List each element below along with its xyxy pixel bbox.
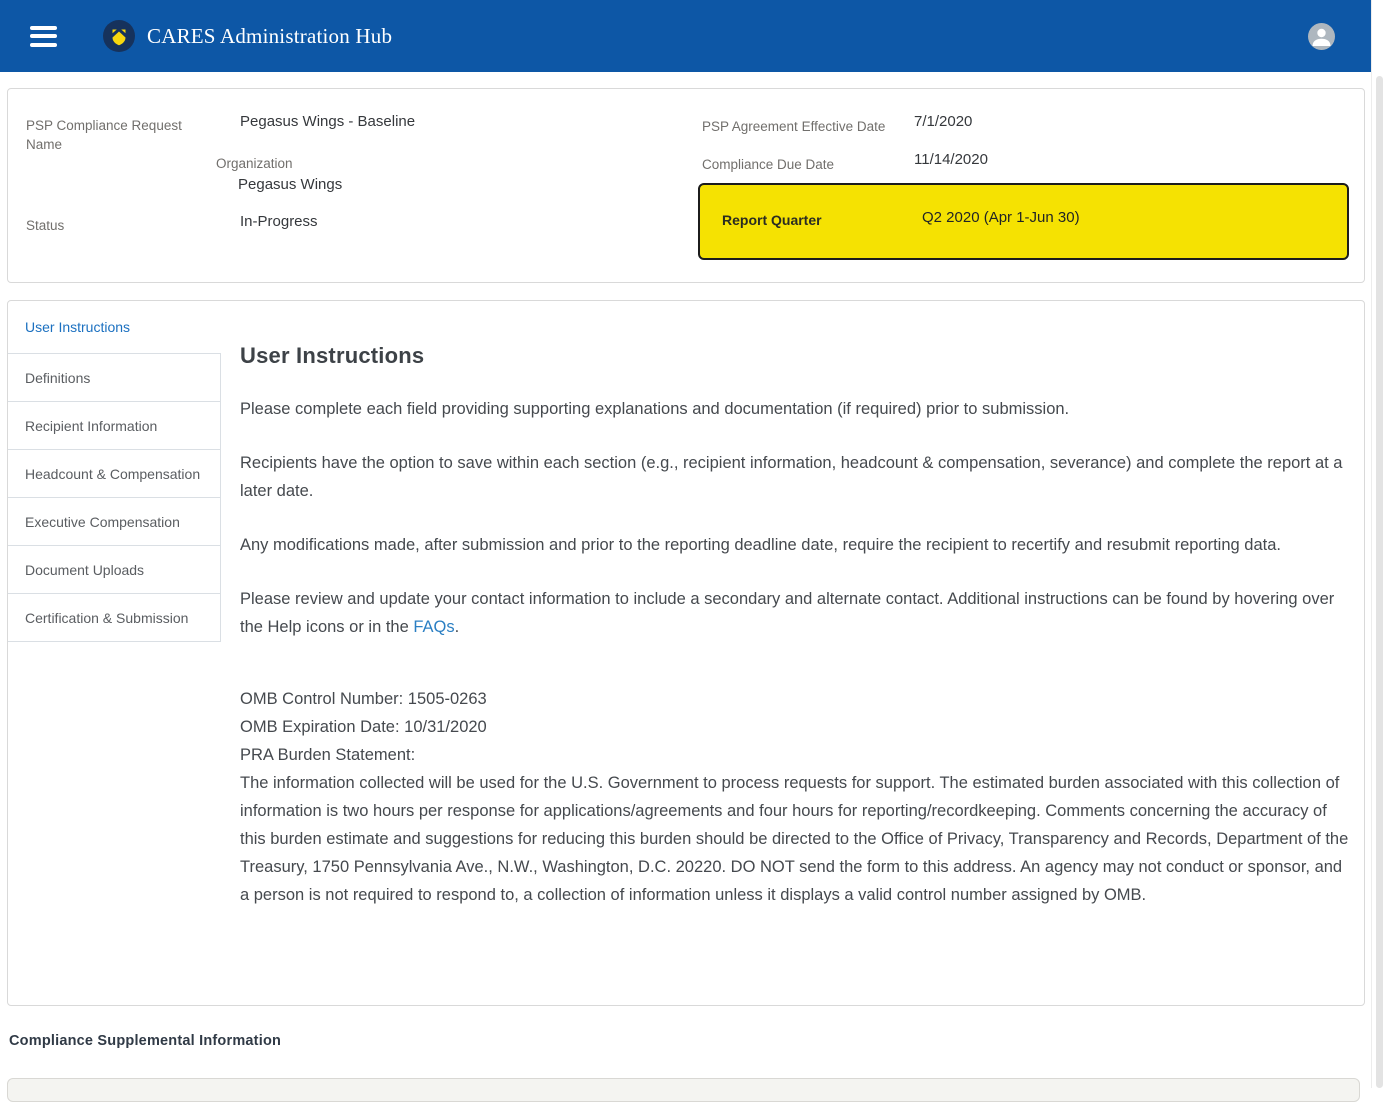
- instructions-content: User Instructions Please complete each f…: [221, 301, 1364, 1005]
- nav-item-executive-compensation[interactable]: Executive Compensation: [8, 498, 221, 546]
- instruction-paragraph-1: Please complete each field providing sup…: [240, 395, 1349, 423]
- compliance-summary-panel: PSP Compliance Request Name Pegasus Wing…: [7, 88, 1365, 283]
- nav-item-headcount-compensation[interactable]: Headcount & Compensation: [8, 450, 221, 498]
- report-sections-panel: User Instructions Definitions Recipient …: [7, 300, 1365, 1006]
- faqs-link[interactable]: FAQs: [413, 618, 454, 636]
- nav-item-document-uploads[interactable]: Document Uploads: [8, 546, 221, 594]
- instruction-paragraph-2: Recipients have the option to save withi…: [240, 449, 1349, 505]
- page-scrollbar-track[interactable]: [1371, 0, 1383, 1088]
- due-date-label: Compliance Due Date: [702, 155, 834, 174]
- instruction-paragraph-3: Any modifications made, after submission…: [240, 531, 1349, 559]
- supplemental-panel-header: [7, 1078, 1360, 1102]
- request-name-value: Pegasus Wings - Baseline: [240, 112, 415, 132]
- report-quarter-label: Report Quarter: [722, 212, 822, 228]
- app-title: CARES Administration Hub: [147, 24, 392, 49]
- nav-item-recipient-information[interactable]: Recipient Information: [8, 402, 221, 450]
- supplemental-section-label: Compliance Supplemental Information: [9, 1033, 281, 1049]
- report-quarter-highlight: Report Quarter Q2 2020 (Apr 1-Jun 30): [698, 183, 1349, 260]
- app-header: CARES Administration Hub: [0, 0, 1371, 72]
- report-quarter-value: Q2 2020 (Apr 1-Jun 30): [922, 209, 1080, 226]
- user-avatar-icon[interactable]: [1308, 23, 1335, 50]
- omb-expiration-date: OMB Expiration Date: 10/31/2020: [240, 713, 1349, 741]
- request-name-label: PSP Compliance Request Name: [26, 116, 186, 154]
- nav-item-definitions[interactable]: Definitions: [8, 354, 221, 402]
- effective-date-value: 7/1/2020: [914, 112, 972, 132]
- omb-statement-block: OMB Control Number: 1505-0263 OMB Expira…: [240, 685, 1349, 909]
- section-nav: User Instructions Definitions Recipient …: [8, 301, 221, 1005]
- organization-label: Organization: [216, 154, 293, 173]
- paragraph-4-text: Please review and update your contact in…: [240, 590, 1334, 636]
- due-date-value: 11/14/2020: [914, 150, 988, 170]
- app-logo-shield-icon: [103, 20, 135, 52]
- organization-value: Pegasus Wings: [238, 175, 342, 195]
- pra-burden-label: PRA Burden Statement:: [240, 741, 1349, 769]
- hamburger-menu-icon[interactable]: [30, 26, 57, 47]
- content-heading: User Instructions: [240, 343, 1349, 369]
- pra-burden-text: The information collected will be used f…: [240, 769, 1349, 909]
- effective-date-label: PSP Agreement Effective Date: [702, 117, 885, 136]
- nav-item-certification-submission[interactable]: Certification & Submission: [8, 594, 221, 642]
- nav-item-user-instructions[interactable]: User Instructions: [8, 301, 221, 354]
- paragraph-4-suffix: .: [455, 618, 460, 636]
- status-value: In-Progress: [240, 212, 318, 232]
- instruction-paragraph-4: Please review and update your contact in…: [240, 585, 1349, 641]
- omb-control-number: OMB Control Number: 1505-0263: [240, 685, 1349, 713]
- page-scrollbar-thumb[interactable]: [1376, 76, 1383, 1088]
- status-label: Status: [26, 216, 64, 235]
